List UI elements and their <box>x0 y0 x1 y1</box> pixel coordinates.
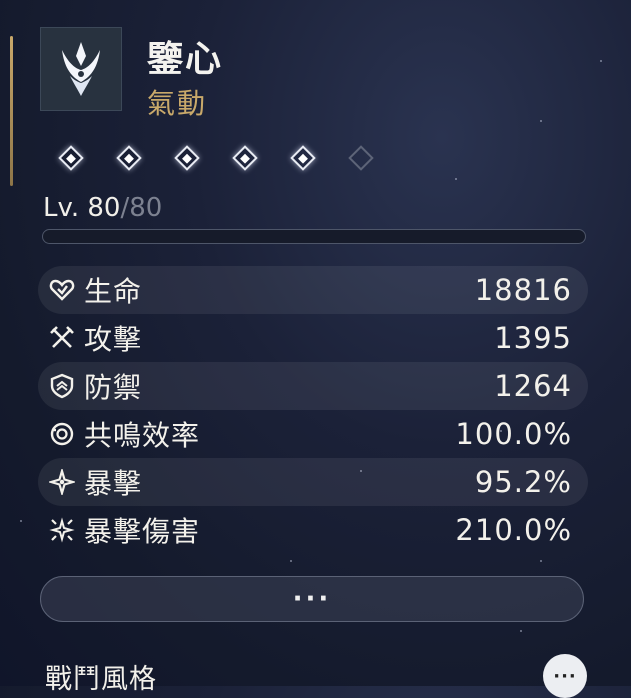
stats-list: 生命 18816 攻擊 1395 防禦 1264 共鳴效率 100.0% 暴擊 … <box>38 266 588 554</box>
background-star <box>540 560 542 562</box>
stat-row-def: 防禦 1264 <box>38 362 588 410</box>
element-emblem <box>40 27 122 111</box>
stat-value: 18816 <box>474 273 572 307</box>
background-star <box>20 520 22 522</box>
chain-node-2[interactable] <box>116 145 142 171</box>
exp-progress-bar <box>42 229 586 244</box>
chain-node-3[interactable] <box>174 145 200 171</box>
character-name: 鑒心 <box>147 39 224 80</box>
level-prefix: Lv. <box>43 193 88 223</box>
section-title: 戰鬥風格 <box>45 664 157 695</box>
stat-row-crit-dmg: 暴擊傷害 210.0% <box>38 506 588 554</box>
ellipsis-icon[interactable]: ··· <box>543 654 587 698</box>
stat-value: 1395 <box>494 321 572 355</box>
accent-line <box>10 36 13 186</box>
stat-value: 1264 <box>494 369 572 403</box>
background-star <box>600 60 602 62</box>
stat-label: 攻擊 <box>84 323 143 356</box>
crit-burst-icon <box>46 514 78 546</box>
level-display: Lv. 80/80 <box>43 193 162 223</box>
level-max: 80 <box>129 193 163 223</box>
stat-label: 共鳴效率 <box>84 419 201 452</box>
stat-label: 暴擊 <box>84 467 143 500</box>
background-star <box>520 630 522 632</box>
background-star <box>290 560 292 562</box>
resonance-chain <box>58 145 374 171</box>
aero-emblem-icon <box>62 42 100 96</box>
stat-value: 100.0% <box>455 417 572 451</box>
crossed-swords-icon <box>46 322 78 354</box>
stat-row-atk: 攻擊 1395 <box>38 314 588 362</box>
stat-row-energy-regen: 共鳴效率 100.0% <box>38 410 588 458</box>
stat-value: 210.0% <box>455 513 572 547</box>
level-current: 80 <box>87 193 121 223</box>
crit-star-icon <box>46 466 78 498</box>
stat-row-hp: 生命 18816 <box>38 266 588 314</box>
stat-label: 生命 <box>84 275 143 308</box>
chain-node-4[interactable] <box>232 145 258 171</box>
level-separator: / <box>120 193 130 223</box>
chain-node-1[interactable] <box>58 145 84 171</box>
chain-node-6[interactable] <box>348 145 374 171</box>
stat-row-crit-rate: 暴擊 95.2% <box>38 458 588 506</box>
element-label: 氣動 <box>147 87 208 120</box>
background-star <box>540 120 542 122</box>
stat-value: 95.2% <box>474 465 572 499</box>
heart-icon <box>46 274 78 306</box>
more-stats-button[interactable]: ··· <box>40 576 584 622</box>
shield-icon <box>46 370 78 402</box>
energy-regen-icon <box>46 418 78 450</box>
chain-node-5[interactable] <box>290 145 316 171</box>
background-star <box>455 178 457 180</box>
stat-label: 防禦 <box>84 371 143 404</box>
stat-label: 暴擊傷害 <box>84 515 201 548</box>
